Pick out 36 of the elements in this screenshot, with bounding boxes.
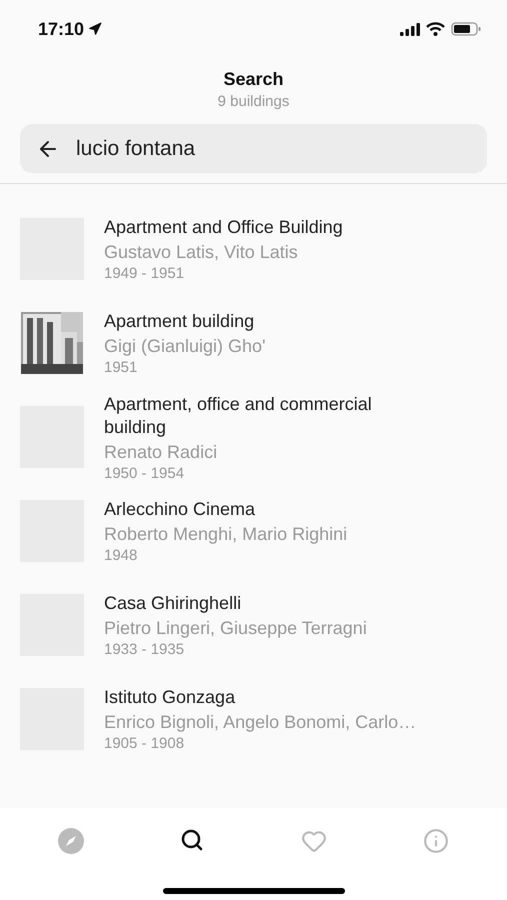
architect-names: Pietro Lingeri, Giuseppe Terragni xyxy=(104,617,367,639)
architect-names: Gigi (Gianluigi) Gho' xyxy=(104,335,266,357)
result-row[interactable]: Istituto Gonzaga Enrico Bignoli, Angelo Bonomi, Carlo… 1905 - 1908 xyxy=(0,672,507,766)
result-count: 9 buildings xyxy=(218,93,290,110)
architect-names: Roberto Menghi, Mario Righini xyxy=(104,523,348,545)
building-years: 1951 xyxy=(104,359,138,376)
building-years: 1933 - 1935 xyxy=(104,641,186,658)
building-name: Arlecchino Cinema xyxy=(104,498,256,521)
screen-title: Search xyxy=(223,69,284,90)
battery-icon xyxy=(451,22,481,36)
info-icon xyxy=(422,828,449,854)
building-years: 1949 - 1951 xyxy=(104,265,186,282)
architect-names: Enrico Bignoli, Angelo Bonomi, Carlo… xyxy=(104,711,416,733)
signal-icon xyxy=(400,22,420,36)
building-years: 1950 - 1954 xyxy=(104,464,186,482)
architect-names: Renato Radici xyxy=(104,440,218,462)
building-years: 1948 xyxy=(104,547,138,564)
building-name: Apartment building xyxy=(104,310,256,333)
building-name: Apartment and Office Building xyxy=(104,216,343,239)
heart-icon xyxy=(300,828,327,854)
compass-icon xyxy=(58,828,84,854)
building-name: Apartment, office and commercial building xyxy=(104,392,373,438)
status-time: 17:10 xyxy=(38,18,84,40)
wifi-icon xyxy=(426,22,445,36)
result-row[interactable]: Apartment building Gigi (Gianluigi) Gho' 1951 xyxy=(0,296,507,390)
result-row[interactable]: Apartment, office and commercial building Renato Radici 1950 - 1954 xyxy=(0,390,507,484)
architect-names: Gustavo Latis, Vito Latis xyxy=(104,241,299,263)
building-name: Casa Ghiringhelli xyxy=(104,592,242,615)
building-name: Istituto Gonzaga xyxy=(104,686,236,709)
result-row[interactable]: Arlecchino Cinema Roberto Menghi, Mario Righini 1948 xyxy=(0,484,507,578)
location-icon xyxy=(88,22,102,36)
building-years: 1905 - 1908 xyxy=(104,735,186,752)
search-field[interactable]: lucio fontana xyxy=(20,124,487,173)
result-row[interactable]: Apartment and Office Building Gustavo Latis, Vito Latis 1949 - 1951 xyxy=(0,202,507,296)
search-icon xyxy=(180,828,204,852)
result-row[interactable]: Casa Ghiringhelli Pietro Lingeri, Giuseppe Terragni 1933 - 1935 xyxy=(0,578,507,672)
